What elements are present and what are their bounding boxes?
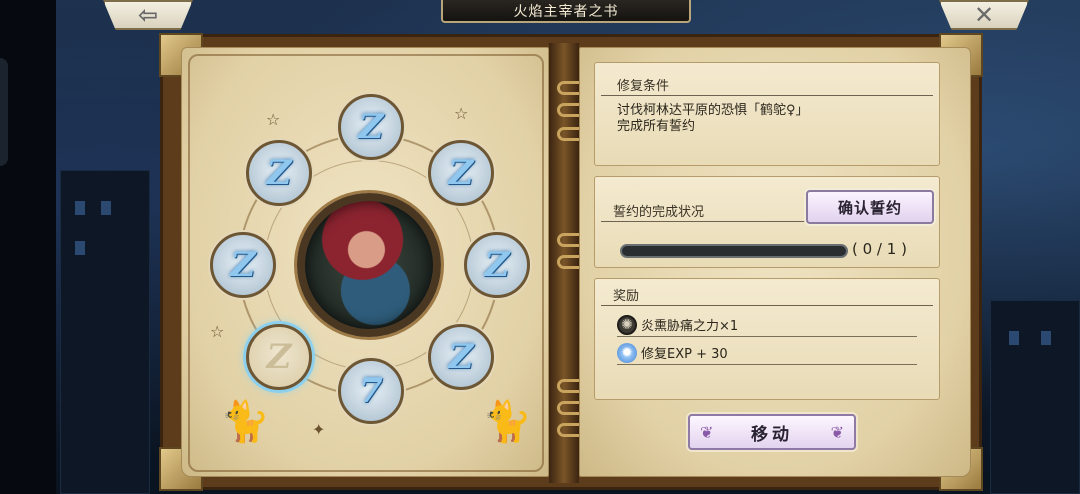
rune-glyph: 7 — [359, 371, 383, 411]
rune-slot-left[interactable]: Z — [210, 232, 276, 298]
rewards-heading: 奖励 — [613, 289, 640, 304]
oath-status-heading: 誓约的完成状况 — [613, 205, 705, 220]
book: ☆ ☆ ☆ ✦ Z Z Z Z 7 Z Z Z 🐈 🐈 修复条件 讨伐柯林达平原… — [159, 33, 983, 491]
rune-glyph: Z — [448, 337, 474, 377]
close-icon: ✕ — [973, 1, 995, 29]
left-arrow-icon: ⇦ — [137, 1, 159, 29]
star-decoration: ✦ — [312, 420, 326, 439]
rune-slot-bottom[interactable]: 7 — [338, 358, 404, 424]
ornament-icon: ❦ — [830, 422, 844, 442]
rune-slot-upper-right[interactable]: Z — [428, 140, 494, 206]
star-decoration: ☆ — [454, 104, 469, 123]
ornament-icon: ❦ — [700, 422, 714, 442]
rune-glyph: Z — [230, 245, 256, 285]
repair-conditions-panel: 修复条件 讨伐柯林达平原的恐惧「鹤鸵♀」 完成所有誓约 — [594, 62, 940, 166]
star-decoration: ☆ — [266, 110, 281, 129]
cat-silhouette-icon: 🐈 — [220, 399, 270, 445]
confirm-oath-button[interactable]: 确认誓约 — [806, 190, 934, 224]
star-decoration: ☆ — [210, 322, 225, 341]
move-button[interactable]: ❦ 移动 ❦ — [688, 414, 856, 450]
screen-edge — [0, 0, 56, 494]
reward-item: ✹ 修复EXP + 30 — [617, 341, 917, 365]
rune-glyph: Z — [484, 245, 510, 285]
blue-flame-icon: ✹ — [617, 342, 637, 363]
repair-conditions-heading: 修复条件 — [617, 79, 670, 94]
oath-progress-bar — [620, 244, 848, 258]
rune-glyph: Z — [448, 153, 474, 193]
rune-slot-top[interactable]: Z — [338, 94, 404, 160]
confirm-oath-label: 确认誓约 — [837, 198, 902, 217]
character-portrait — [297, 193, 441, 337]
rune-glyph: Z — [358, 107, 384, 147]
rune-glyph: Z — [266, 337, 292, 377]
cat-silhouette-icon: 🐈 — [482, 399, 532, 445]
bg-building — [990, 300, 1080, 494]
rune-slot-upper-left[interactable]: Z — [246, 140, 312, 206]
reward-label: 修复EXP + 30 — [641, 347, 728, 362]
wheel-icon: ✺ — [617, 314, 637, 335]
oath-progress-count: ( 0 / 1 ) — [852, 240, 907, 258]
rune-slot-lower-right[interactable]: Z — [428, 324, 494, 390]
divider — [601, 95, 933, 96]
page-title: 火焰主宰者之书 — [513, 3, 619, 20]
reward-item: ✺ 炎熏胁痛之力×1 — [617, 313, 917, 337]
back-button[interactable]: ⇦ — [103, 0, 193, 30]
rune-glyph: Z — [266, 153, 292, 193]
left-page: ☆ ☆ ☆ ✦ Z Z Z Z 7 Z Z Z 🐈 🐈 — [181, 47, 549, 477]
rune-slot-lower-left[interactable]: Z — [246, 324, 312, 390]
move-label: 移动 — [751, 424, 793, 445]
repair-condition-line: 完成所有誓约 — [617, 119, 696, 134]
title-plate: 火焰主宰者之书 — [441, 0, 691, 23]
bg-building — [60, 170, 150, 494]
right-page: 修复条件 讨伐柯林达平原的恐惧「鹤鸵♀」 完成所有誓约 誓约的完成状况 确认誓约… — [579, 47, 971, 477]
edge-handle — [0, 58, 8, 166]
reward-label: 炎熏胁痛之力×1 — [641, 319, 739, 334]
rune-slot-right[interactable]: Z — [464, 232, 530, 298]
divider — [601, 305, 933, 306]
close-button[interactable]: ✕ — [939, 0, 1029, 30]
repair-condition-line: 讨伐柯林达平原的恐惧「鹤鸵♀」 — [617, 103, 809, 118]
rewards-panel: 奖励 ✺ 炎熏胁痛之力×1 ✹ 修复EXP + 30 — [594, 278, 940, 400]
